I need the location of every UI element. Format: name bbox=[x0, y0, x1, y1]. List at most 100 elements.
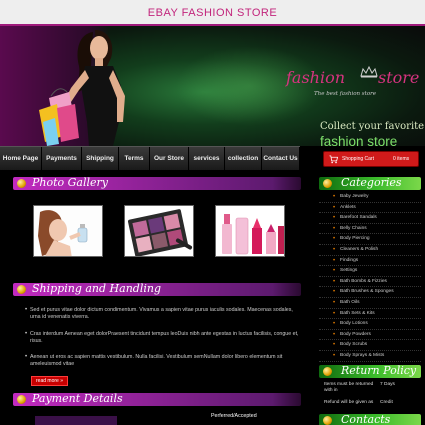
list-item: • Cras interdum Aenean eget dolorPraesen… bbox=[25, 331, 300, 346]
category-link[interactable]: • Bath Brushes & Sponges bbox=[319, 287, 421, 298]
category-bullet-icon: • bbox=[333, 225, 336, 232]
perfume-woman-image bbox=[34, 206, 102, 256]
category-bullet-icon: • bbox=[333, 310, 336, 317]
category-bullet-icon: • bbox=[333, 247, 336, 253]
main-nav: Home Page Payments Shipping Terms Our St… bbox=[0, 146, 300, 171]
category-label: Bath Brushes & Sponges bbox=[340, 289, 394, 295]
sidebar-title: Return Policy bbox=[341, 364, 417, 377]
nav-terms[interactable]: Terms bbox=[119, 147, 150, 171]
logo-tagline: The best fashion store bbox=[314, 91, 377, 97]
payment-image-placeholder bbox=[35, 416, 117, 425]
banner-tagline-2: fashion store bbox=[320, 134, 398, 146]
nav-our-store[interactable]: Our Store bbox=[150, 147, 189, 171]
banner-tagline-1: Collect your favorite bbox=[320, 121, 425, 132]
category-link[interactable]: • Cleaners & Polish bbox=[319, 245, 421, 256]
nav-home-page[interactable]: Home Page bbox=[0, 147, 42, 171]
category-label: Body Powders bbox=[340, 331, 371, 337]
sidebar-title: Contacts bbox=[341, 413, 391, 425]
category-label: Body Scrubs bbox=[340, 342, 368, 348]
lipsticks-image bbox=[216, 206, 284, 256]
store-title: EBAY FASHION STORE bbox=[147, 7, 278, 19]
bullet-dot-icon bbox=[17, 285, 26, 294]
category-link[interactable]: • Barefoot Sandals bbox=[319, 213, 421, 224]
category-link[interactable]: • Findings bbox=[319, 256, 421, 267]
section-header-photo-gallery: Photo Gallery bbox=[13, 176, 301, 190]
bullet-text: Sed et purus vitae dolor dictum condimen… bbox=[30, 307, 293, 321]
category-link[interactable]: • Bath Bombs & Fizzies bbox=[319, 277, 421, 288]
bullet-dot-icon bbox=[323, 179, 332, 188]
category-bullet-icon: • bbox=[333, 331, 336, 338]
bullet-dot-icon bbox=[323, 367, 332, 376]
sidebar-header-return-policy: Return Policy bbox=[319, 364, 421, 378]
category-link[interactable]: • Body Piercing bbox=[319, 234, 421, 245]
gallery-photo-lipsticks[interactable] bbox=[215, 205, 285, 257]
category-label: Cleaners & Polish bbox=[340, 247, 379, 252]
nav-payments[interactable]: Payments bbox=[42, 147, 82, 171]
category-bullet-icon: • bbox=[333, 342, 336, 349]
category-bullet-icon: • bbox=[333, 204, 336, 211]
category-link[interactable]: • Anklets bbox=[319, 203, 421, 214]
bullet-text: Aenean ut eros ac sapien mattis vestibul… bbox=[30, 354, 283, 368]
category-label: Baby Jewelry bbox=[340, 194, 369, 199]
category-link[interactable]: • Baby Jewelry bbox=[319, 192, 421, 203]
category-link[interactable]: • Settings bbox=[319, 266, 421, 277]
cart-label: Shopping Cart bbox=[342, 156, 374, 162]
category-label: Findings bbox=[340, 257, 359, 263]
nav-collection[interactable]: collection bbox=[225, 147, 262, 171]
section-title: Payment Details bbox=[32, 392, 123, 405]
category-label: Bath Bombs & Fizzies bbox=[340, 278, 387, 284]
hero-banner: fashion store The best fashion store Col… bbox=[0, 26, 425, 146]
category-bullet-icon: • bbox=[333, 321, 336, 328]
category-bullet-icon: • bbox=[333, 300, 336, 306]
category-link[interactable]: • Body Scrubs bbox=[319, 340, 421, 351]
category-label: Belly Chains bbox=[340, 225, 367, 231]
category-link[interactable]: • Bath Oils bbox=[319, 298, 421, 309]
category-bullet-icon: • bbox=[333, 257, 336, 264]
sidebar-title: Categories bbox=[341, 176, 402, 189]
return-policy-value: 7 Days bbox=[380, 382, 395, 387]
category-bullet-icon: • bbox=[333, 289, 336, 296]
category-label: Settings bbox=[340, 268, 358, 274]
category-bullet-icon: • bbox=[333, 215, 336, 222]
woman-shopping-illustration bbox=[39, 30, 125, 146]
return-policy-key: Items must be returned with in bbox=[324, 382, 374, 393]
category-label: Barefoot Sandals bbox=[340, 215, 377, 221]
category-bullet-icon: • bbox=[333, 236, 336, 243]
bullet-dot-icon bbox=[17, 179, 26, 188]
nav-contact-us[interactable]: Contact Us bbox=[262, 147, 300, 171]
shopping-cart-button[interactable]: Shopping Cart 0 items bbox=[323, 151, 419, 167]
category-label: Bath Sets & Kits bbox=[340, 310, 375, 316]
list-item: • Aenean ut eros ac sapien mattis vestib… bbox=[25, 354, 300, 369]
sidebar-header-contacts: Contacts bbox=[319, 413, 421, 425]
gallery-photo-eyeshadow[interactable] bbox=[124, 205, 194, 257]
category-bullet-icon: • bbox=[333, 194, 336, 200]
category-link[interactable]: • Bath Sets & Kits bbox=[319, 309, 421, 320]
category-link[interactable]: • Body Lotions bbox=[319, 319, 421, 330]
logo-word-fashion: fashion bbox=[286, 68, 346, 87]
crown-icon bbox=[360, 66, 378, 78]
return-policy-key: Refund will be given as bbox=[324, 400, 374, 405]
fashion-store-logo: fashion store The best fashion store bbox=[286, 66, 424, 104]
nav-services[interactable]: services bbox=[189, 147, 225, 171]
category-label: Body Lotions bbox=[340, 321, 368, 327]
payment-accepted-label: Perferred/Accepted bbox=[211, 413, 257, 419]
section-header-payment: Payment Details bbox=[13, 392, 301, 406]
category-bullet-icon: • bbox=[333, 353, 336, 359]
category-link[interactable]: • Body Sprays & Mists bbox=[319, 351, 421, 362]
top-title-bar: EBAY FASHION STORE bbox=[0, 0, 425, 26]
category-bullet-icon: • bbox=[333, 268, 336, 275]
category-link[interactable]: • Belly Chains bbox=[319, 224, 421, 235]
nav-shipping[interactable]: Shipping bbox=[82, 147, 119, 171]
read-more-button[interactable]: read more » bbox=[31, 376, 68, 386]
gallery-photo-perfume[interactable] bbox=[33, 205, 103, 257]
category-link[interactable]: • Body Powders bbox=[319, 330, 421, 341]
bullet-icon: • bbox=[25, 354, 28, 360]
category-label: Body Piercing bbox=[340, 236, 370, 242]
category-label: Anklets bbox=[340, 204, 356, 210]
return-policy-value: Credit bbox=[380, 400, 393, 405]
bullet-text: Cras interdum Aenean eget dolorPraesent … bbox=[30, 331, 299, 345]
section-title: Photo Gallery bbox=[32, 176, 109, 189]
bullet-icon: • bbox=[25, 307, 28, 313]
section-title: Shipping and Handling bbox=[32, 282, 161, 295]
category-label: Body Sprays & Mists bbox=[340, 353, 385, 358]
